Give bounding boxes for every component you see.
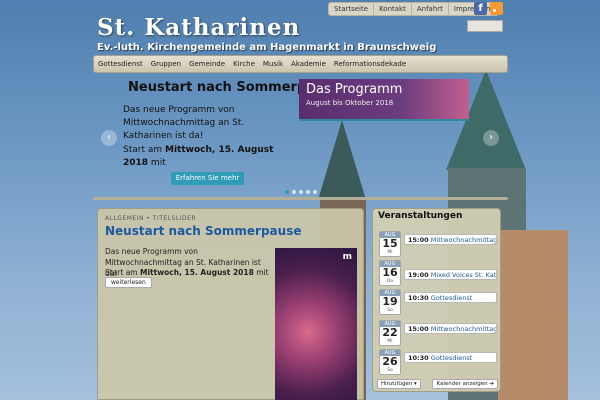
promo-title: Das Programm	[306, 82, 403, 97]
events-heading: Veranstaltungen	[378, 211, 463, 221]
event-date-box: AUG 15 Mi	[379, 231, 401, 257]
slider-date-suffix: mit	[148, 158, 166, 168]
facebook-icon[interactable]: f	[474, 2, 487, 15]
article-panel: ALLGEMEIN • TITELSLIDER Neustart nach So…	[97, 208, 364, 400]
slider-dot-1[interactable]	[285, 190, 289, 194]
event-day: 22	[382, 326, 398, 339]
topnav-kontakt[interactable]: Kontakt	[374, 3, 412, 15]
event-item[interactable]: AUG 19 So 10:30 Gottesdienst	[379, 289, 497, 315]
event-info[interactable]: 10:30 Gottesdienst	[404, 352, 497, 363]
event-info[interactable]: 15:00 Mittwochnachmittag	[404, 323, 497, 334]
show-calendar-button[interactable]: Kalender anzeigen ➔	[432, 379, 498, 389]
nav-gottesdienst[interactable]: Gottesdienst	[94, 60, 147, 68]
event-date-box: AUG 26 So	[379, 349, 401, 375]
event-time: 15:00	[408, 236, 429, 244]
event-item[interactable]: AUG 15 Mi 15:00 Mittwochnachmittag	[379, 231, 497, 257]
nav-gemeinde[interactable]: Gemeinde	[185, 60, 229, 68]
slider-pagination	[285, 190, 317, 194]
article-image[interactable]: m	[275, 248, 357, 400]
event-date-box: AUG 19 So	[379, 289, 401, 315]
topnav-anfahrt[interactable]: Anfahrt	[412, 3, 449, 15]
event-weekday: So	[387, 308, 393, 313]
event-time: 10:30	[408, 294, 429, 302]
event-weekday: Mi	[387, 250, 393, 255]
church-spire-left	[318, 120, 366, 200]
event-info[interactable]: 15:00 Mittwochnachmittag	[404, 234, 497, 245]
event-item[interactable]: AUG 26 So 10:30 Gottesdienst	[379, 349, 497, 375]
event-weekday: Do	[386, 279, 394, 284]
slider-next-arrow-icon[interactable]: ›	[483, 130, 499, 146]
event-name[interactable]: Mixed Voices St. Kath.	[431, 271, 496, 279]
slider-dot-4[interactable]	[306, 190, 310, 194]
slider-date: Start am Mittwoch, 15. August 2018 mit	[123, 144, 293, 170]
event-item[interactable]: AUG 22 Mi 15:00 Mittwochnachmittag	[379, 320, 497, 346]
slider-date-prefix: Start am	[123, 145, 165, 155]
event-day: 19	[382, 295, 398, 308]
slider-more-button[interactable]: Erfahren Sie mehr	[171, 172, 244, 185]
nav-musik[interactable]: Musik	[259, 60, 287, 68]
event-date-box: AUG 22 Mi	[379, 320, 401, 346]
event-item[interactable]: AUG 16 Do 19:00 Mixed Voices St. Kath.	[379, 260, 497, 286]
site-subtitle: Ev.-luth. Kirchengemeinde am Hagenmarkt …	[97, 42, 437, 53]
article-categories[interactable]: ALLGEMEIN • TITELSLIDER	[105, 215, 196, 222]
slider-dot-2[interactable]	[292, 190, 296, 194]
nav-reformationsdekade[interactable]: Reformationsdekade	[330, 60, 410, 68]
event-day: 16	[382, 266, 398, 279]
read-more-button[interactable]: weiterlesen	[105, 277, 152, 288]
slider-dot-3[interactable]	[299, 190, 303, 194]
event-info[interactable]: 10:30 Gottesdienst	[404, 292, 497, 303]
event-weekday: Mi	[387, 339, 393, 344]
main-navigation: Gottesdienst Gruppen Gemeinde Kirche Mus…	[93, 55, 508, 73]
slider-text: Das neue Programm von Mittwochnachmittag…	[123, 105, 245, 141]
search-input[interactable]	[467, 20, 503, 32]
church-wall	[498, 230, 568, 400]
event-time: 15:00	[408, 325, 429, 333]
article-date-bold: Mittwoch, 15. August 2018	[140, 268, 254, 277]
events-panel: Veranstaltungen AUG 15 Mi 15:00 Mittwoch…	[372, 208, 501, 392]
event-name[interactable]: Mittwochnachmittag	[431, 236, 496, 244]
topnav-startseite[interactable]: Startseite	[329, 3, 375, 15]
slider-prev-arrow-icon[interactable]: ‹	[101, 130, 117, 146]
event-time: 10:30	[408, 354, 429, 362]
event-weekday: So	[387, 368, 393, 373]
article-date-prefix: Start am	[105, 268, 140, 277]
program-promo-image[interactable]: Das Programm August bis Oktober 2018	[299, 79, 469, 121]
event-time: 19:00	[408, 271, 429, 279]
article-date-suffix: mit	[253, 268, 269, 277]
events-footer: Hinzufügen ▾ Kalender anzeigen ➔	[377, 379, 498, 389]
event-name[interactable]: Gottesdienst	[431, 294, 472, 302]
event-name[interactable]: Gottesdienst	[431, 354, 472, 362]
nav-kirche[interactable]: Kirche	[229, 60, 259, 68]
site-title[interactable]: St. Katharinen	[97, 14, 300, 41]
promo-subtitle: August bis Oktober 2018	[306, 99, 394, 107]
event-day: 26	[382, 355, 398, 368]
event-date-box: AUG 16 Do	[379, 260, 401, 286]
divider	[93, 197, 508, 200]
slider-dot-5[interactable]	[313, 190, 317, 194]
event-info[interactable]: 19:00 Mixed Voices St. Kath.	[404, 269, 497, 280]
image-logo-mark: m	[342, 252, 352, 262]
rss-icon[interactable]	[490, 2, 503, 15]
add-to-calendar-button[interactable]: Hinzufügen ▾	[377, 379, 421, 389]
article-title[interactable]: Neustart nach Sommerpause	[105, 224, 301, 238]
event-day: 15	[382, 237, 398, 250]
nav-gruppen[interactable]: Gruppen	[147, 60, 185, 68]
event-name[interactable]: Mittwochnachmittag	[431, 325, 496, 333]
nav-akademie[interactable]: Akademie	[287, 60, 330, 68]
